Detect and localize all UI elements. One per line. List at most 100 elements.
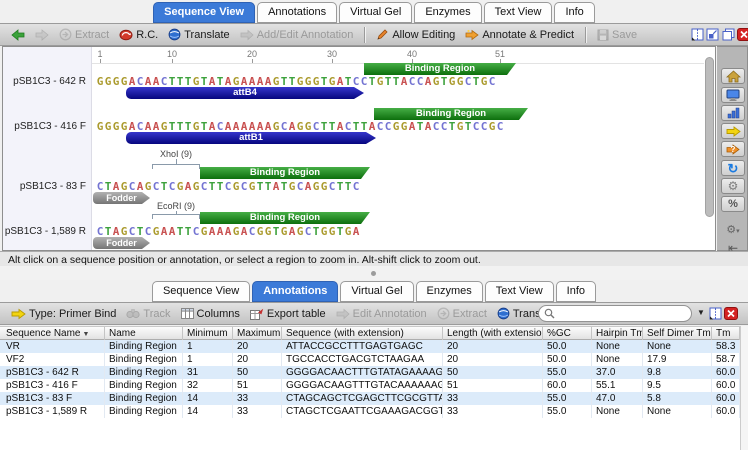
split-view-icon[interactable] bbox=[690, 27, 704, 41]
base-A: A bbox=[216, 226, 224, 237]
annotation-binding-region[interactable]: Binding Region bbox=[200, 212, 370, 224]
r-c-button[interactable]: R.C. bbox=[119, 29, 158, 41]
column-header-label: Maximum bbox=[237, 328, 280, 339]
bottom-tab-annotations[interactable]: Annotations bbox=[252, 281, 338, 302]
base-G: G bbox=[192, 76, 200, 87]
column-header-length-with-extension[interactable]: Length (with extension) bbox=[443, 327, 543, 340]
bottom-tab-virtual-gel[interactable]: Virtual Gel bbox=[340, 281, 413, 302]
table-row[interactable]: VF2Binding Region120TGCCACCTGACGTCTAAGAA… bbox=[0, 353, 740, 366]
column-header-self-dimer-tm[interactable]: Self Dimer Tm bbox=[643, 327, 712, 340]
base-C: C bbox=[312, 121, 320, 132]
column-header-hairpin-tm[interactable]: Hairpin Tm bbox=[592, 327, 643, 340]
base-A: A bbox=[112, 226, 120, 237]
top-tab-sequence-view[interactable]: Sequence View bbox=[153, 2, 255, 23]
sequence-label: pSB1C3 - 416 F bbox=[2, 121, 86, 132]
gear-icon[interactable]: ⚙ bbox=[721, 178, 745, 194]
refresh-icon[interactable]: ↻ bbox=[721, 160, 745, 176]
monitor-icon[interactable] bbox=[721, 87, 745, 103]
base-T: T bbox=[280, 76, 288, 87]
top-tab-annotations[interactable]: Annotations bbox=[257, 2, 337, 23]
sequence-label: pSB1C3 - 83 F bbox=[2, 181, 86, 192]
column-header-gc[interactable]: %GC bbox=[543, 327, 592, 340]
duplicate-window-icon[interactable] bbox=[721, 27, 735, 41]
base-A: A bbox=[160, 226, 168, 237]
cell-maximum: 50 bbox=[233, 366, 282, 379]
vertical-scrollbar[interactable] bbox=[705, 57, 714, 217]
bottom-tab-sequence-view[interactable]: Sequence View bbox=[152, 281, 250, 302]
annotation-binding-region[interactable]: Binding Region bbox=[364, 63, 516, 75]
columns-button[interactable]: Columns bbox=[181, 308, 240, 320]
allow-editing-button[interactable]: Allow Editing bbox=[376, 28, 455, 41]
base-C: C bbox=[136, 76, 144, 87]
base-T: T bbox=[336, 181, 344, 192]
bar-chart-icon[interactable] bbox=[721, 105, 745, 121]
column-header-name[interactable]: Name bbox=[105, 327, 183, 340]
sequence-bases[interactable]: GGGGACAACTTTGTATAGAAAAGTTGGGTGATCCTGTTAC… bbox=[96, 76, 496, 87]
column-header-tm[interactable]: Tm bbox=[712, 327, 740, 340]
sequence-bases[interactable]: GGGGACAAGTTTGTACAAAAAAGCAGGCTTACTTACCGGA… bbox=[96, 121, 504, 132]
base-G: G bbox=[328, 76, 336, 87]
type-primer-bind-button[interactable]: Type: Primer Bind bbox=[11, 308, 116, 320]
table-row[interactable]: VRBinding Region120ATTACCGCCTTTGAGTGAGC2… bbox=[0, 340, 740, 353]
table-row[interactable]: pSB1C3 - 83 FBinding Region1433CTAGCAGCT… bbox=[0, 392, 740, 405]
annotation-binding-region[interactable]: Binding Region bbox=[374, 108, 528, 120]
cell-sequence-name: pSB1C3 - 642 R bbox=[2, 366, 105, 379]
translate-icon bbox=[497, 307, 510, 320]
toolbar-label: R.C. bbox=[136, 29, 158, 41]
close-icon[interactable] bbox=[724, 306, 738, 320]
gear-menu-icon[interactable]: ⚙▾ bbox=[721, 222, 745, 238]
toolbar-label: Extract bbox=[453, 308, 487, 320]
bottom-tab-info[interactable]: Info bbox=[556, 281, 596, 302]
annotation-attb1[interactable]: attB1 bbox=[126, 132, 376, 144]
cell-gc: 55.0 bbox=[543, 392, 592, 405]
home-icon[interactable] bbox=[721, 68, 745, 84]
back-button[interactable] bbox=[11, 29, 25, 41]
base-C: C bbox=[360, 76, 368, 87]
search-dropdown-arrow-icon[interactable]: ▼ bbox=[697, 309, 705, 317]
annotation-fodder[interactable]: Fodder bbox=[93, 192, 150, 204]
export-table-button[interactable]: Export table bbox=[250, 308, 326, 320]
ruler-tick-mark bbox=[500, 59, 501, 63]
bottom-tab-enzymes[interactable]: Enzymes bbox=[416, 281, 483, 302]
top-tab-enzymes[interactable]: Enzymes bbox=[414, 2, 481, 23]
top-toolbar: ExtractR.C.TranslateAdd/Edit AnnotationA… bbox=[0, 23, 748, 46]
base-C: C bbox=[472, 121, 480, 132]
panel-splitter[interactable] bbox=[0, 266, 748, 280]
top-tab-info[interactable]: Info bbox=[554, 2, 594, 23]
sequence-bases[interactable]: CTAGCTCGAATTCGAAAGACGGTGAGCTGGTGA bbox=[96, 226, 360, 237]
percent-icon[interactable]: % bbox=[721, 196, 745, 212]
shrink-window-icon[interactable] bbox=[706, 27, 720, 41]
column-header-maximum[interactable]: Maximum bbox=[233, 327, 282, 340]
top-tab-text-view[interactable]: Text View bbox=[484, 2, 553, 23]
base-C: C bbox=[408, 76, 416, 87]
cell-name: Binding Region bbox=[105, 366, 183, 379]
column-header-minimum[interactable]: Minimum bbox=[183, 327, 233, 340]
sequence-bases[interactable]: CTAGCAGCTCGAGCTTCGCGTTATGCAGGCTTC bbox=[96, 181, 360, 192]
annotate-predict-button[interactable]: Annotate & Predict bbox=[465, 28, 574, 41]
bottom-tab-text-view[interactable]: Text View bbox=[485, 281, 554, 302]
table-row[interactable]: pSB1C3 - 1,589 RBinding Region1433CTAGCT… bbox=[0, 405, 740, 418]
column-header-sequence-with-extension[interactable]: Sequence (with extension) bbox=[282, 327, 443, 340]
base-G: G bbox=[120, 226, 128, 237]
annotation-binding-region[interactable]: Binding Region bbox=[200, 167, 370, 179]
toolbar-label: Export table bbox=[267, 308, 326, 320]
yellow-arrow-icon[interactable] bbox=[721, 123, 745, 139]
base-A: A bbox=[232, 121, 240, 132]
column-header-sequence-name[interactable]: Sequence Name▼ bbox=[2, 327, 105, 340]
table-row[interactable]: pSB1C3 - 642 RBinding Region3150GGGGACAA… bbox=[0, 366, 740, 379]
base-C: C bbox=[488, 76, 496, 87]
cell-sequence-with-extension: CTAGCAGCTCGAGCTTCGCGTTAT... bbox=[282, 392, 443, 405]
extract-button: Extract bbox=[437, 307, 487, 320]
translate-button[interactable]: Translate bbox=[168, 28, 229, 41]
toolbar-separator bbox=[364, 27, 365, 43]
annotation-fodder[interactable]: Fodder bbox=[93, 237, 150, 249]
annotate-help-icon[interactable]: ? bbox=[721, 141, 745, 157]
base-G: G bbox=[456, 121, 464, 132]
annotation-attb4[interactable]: attB4 bbox=[126, 87, 364, 99]
top-tab-virtual-gel[interactable]: Virtual Gel bbox=[339, 2, 412, 23]
table-row[interactable]: pSB1C3 - 416 FBinding Region3251GGGGACAA… bbox=[0, 379, 740, 392]
annotation-search-input[interactable] bbox=[558, 306, 694, 321]
close-icon[interactable] bbox=[737, 27, 748, 41]
split-view-icon[interactable] bbox=[708, 306, 722, 320]
toolbar-label: Annotate & Predict bbox=[482, 29, 574, 41]
